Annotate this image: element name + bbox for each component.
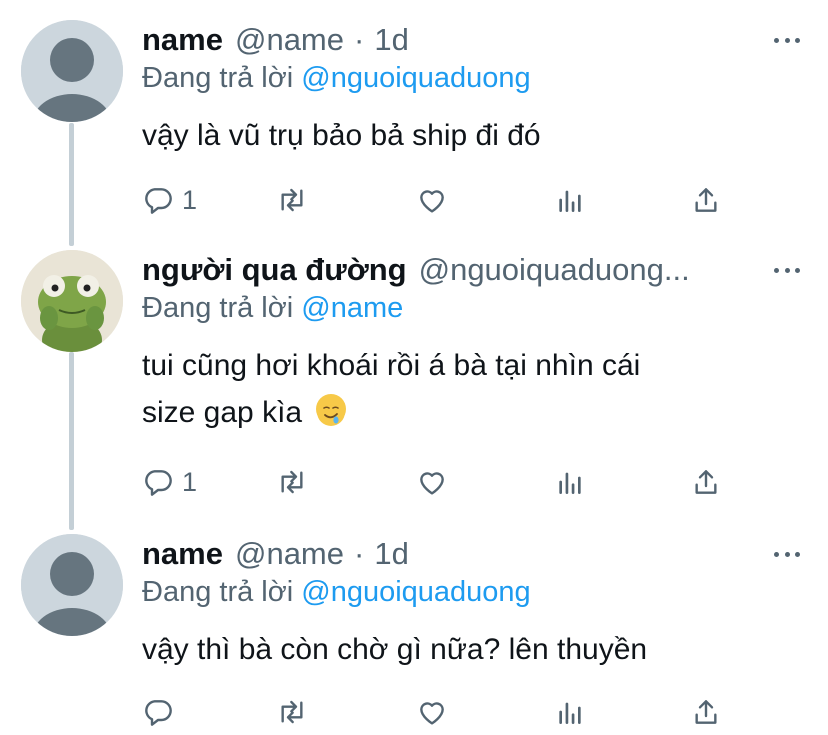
mention-link[interactable]: @name	[301, 292, 403, 324]
tweet-text-line: size gap kìa	[142, 389, 782, 436]
reply-icon	[145, 700, 172, 726]
retweet-button[interactable]	[276, 692, 308, 732]
retweet-icon	[281, 188, 303, 212]
conversation-thread: name @name · 1d Đang trả lời @nguoiquadu…	[0, 0, 828, 735]
avatar[interactable]	[21, 534, 123, 636]
action-bar: 1	[142, 180, 742, 220]
retweet-icon	[281, 700, 303, 724]
analytics-button[interactable]	[554, 462, 586, 502]
more-icon[interactable]	[774, 30, 800, 50]
user-handle[interactable]: @nguoiquaduong...	[419, 252, 690, 288]
more-icon[interactable]	[774, 260, 800, 280]
reply-count: 1	[182, 184, 198, 215]
analytics-button[interactable]	[554, 180, 586, 220]
reply-count: 1	[182, 466, 198, 497]
timestamp[interactable]: 1d	[374, 22, 408, 58]
tweet-text-line: tui cũng hơi khoái rồi á bà tại nhìn cái	[142, 349, 641, 382]
mention-link[interactable]: @nguoiquaduong	[301, 62, 530, 94]
more-icon[interactable]	[774, 544, 800, 564]
replying-to: Đang trả lời @nguoiquaduong	[142, 576, 531, 609]
analytics-icon	[559, 190, 581, 212]
user-handle[interactable]: @name	[235, 536, 344, 572]
avatar[interactable]	[21, 250, 123, 352]
replying-to: Đang trả lời @name	[142, 292, 403, 325]
separator: ·	[354, 22, 365, 57]
avatar[interactable]	[21, 20, 123, 122]
tweet-header: người qua đường @nguoiquaduong...	[142, 250, 768, 290]
replying-prefix: Đang trả lời	[142, 576, 294, 608]
like-icon	[420, 702, 444, 725]
separator: ·	[354, 536, 365, 571]
action-bar: 1	[142, 462, 742, 502]
timestamp[interactable]: 1d	[374, 536, 408, 572]
tweet-header: name @name · 1d	[142, 20, 768, 60]
default-avatar-icon	[21, 534, 123, 636]
reply-button[interactable]: 1	[142, 180, 197, 220]
reply-button[interactable]: 1	[142, 462, 197, 502]
drooling-face-emoji	[316, 394, 347, 426]
tweet-text-span: size gap kìa	[142, 396, 303, 429]
share-icon	[695, 700, 717, 724]
tweet-text: tui cũng hơi khoái rồi á bà tại nhìn cái…	[142, 342, 782, 436]
share-icon	[695, 470, 717, 494]
action-bar	[142, 692, 742, 732]
share-button[interactable]	[690, 692, 722, 732]
like-button[interactable]	[416, 692, 448, 732]
mention-link[interactable]: @nguoiquaduong	[301, 576, 530, 608]
analytics-icon	[559, 472, 581, 494]
tweet-header: name @name · 1d	[142, 534, 768, 574]
display-name[interactable]: name	[142, 536, 223, 572]
reply-icon	[145, 470, 172, 496]
kermit-frog-avatar-icon	[21, 250, 123, 352]
replying-prefix: Đang trả lời	[142, 62, 294, 94]
reply-icon	[145, 188, 172, 214]
replying-to: Đang trả lời @nguoiquaduong	[142, 62, 531, 95]
share-icon	[695, 188, 717, 212]
share-button[interactable]	[690, 180, 722, 220]
default-avatar-icon	[21, 20, 123, 122]
retweet-button[interactable]	[276, 462, 308, 502]
tweet[interactable]: name @name · 1d Đang trả lời @nguoiquadu…	[0, 534, 828, 734]
like-button[interactable]	[416, 180, 448, 220]
user-handle[interactable]: @name	[235, 22, 344, 58]
like-icon	[420, 190, 444, 213]
retweet-icon	[281, 470, 303, 494]
tweet[interactable]: name @name · 1d Đang trả lời @nguoiquadu…	[0, 20, 828, 220]
reply-button[interactable]	[142, 692, 182, 732]
share-button[interactable]	[690, 462, 722, 502]
tweet-text: vậy thì bà còn chờ gì nữa? lên thuyền	[142, 633, 648, 666]
like-icon	[420, 472, 444, 495]
retweet-button[interactable]	[276, 180, 308, 220]
tweet-text: vậy là vũ trụ bảo bả ship đi đó	[142, 119, 541, 152]
analytics-button[interactable]	[554, 692, 586, 732]
tweet[interactable]: người qua đường @nguoiquaduong... Đang t…	[0, 250, 828, 510]
analytics-icon	[559, 702, 581, 724]
display-name[interactable]: người qua đường	[142, 252, 407, 288]
like-button[interactable]	[416, 462, 448, 502]
replying-prefix: Đang trả lời	[142, 292, 294, 324]
display-name[interactable]: name	[142, 22, 223, 58]
